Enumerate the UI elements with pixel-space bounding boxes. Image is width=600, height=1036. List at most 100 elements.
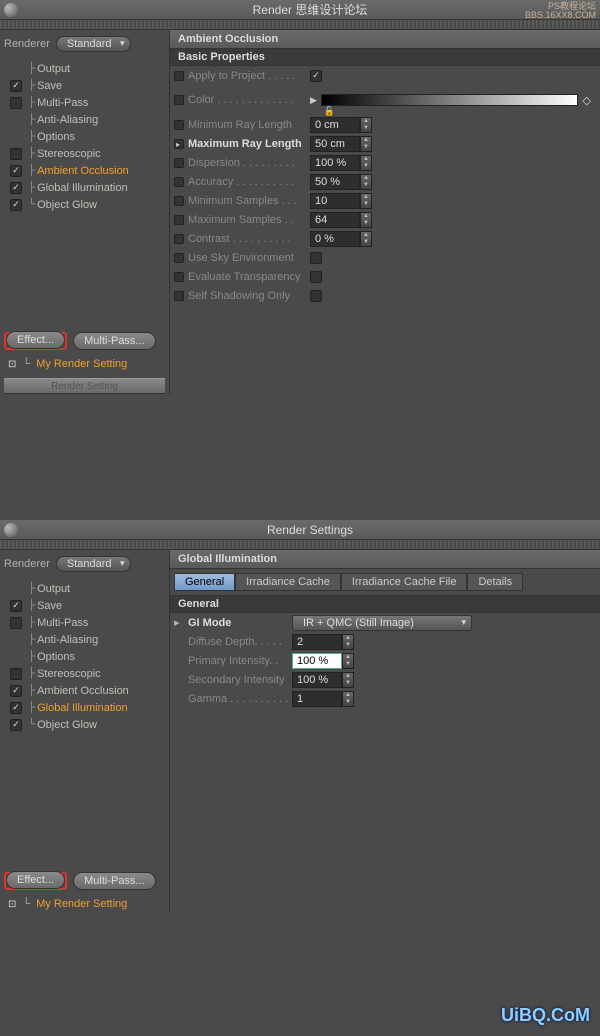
spinner[interactable]: ▲▼ [342,634,354,650]
enable-icon[interactable] [174,291,184,301]
tree-item-options[interactable]: ├Options [6,648,165,665]
sidebar: Renderer Standard ├Output ├Save ├Multi-P… [0,550,170,912]
spinner[interactable]: ▲▼ [360,117,372,133]
spinner[interactable]: ▲▼ [342,672,354,688]
tree-item-stereoscopic[interactable]: ├Stereoscopic [6,665,165,682]
checkbox[interactable] [310,252,322,264]
spinner[interactable]: ▲▼ [360,155,372,171]
secondary-intensity-input[interactable] [292,672,342,688]
render-settings-window-2: Render Settings Renderer Standard ├Outpu… [0,520,600,912]
min-samples-input[interactable] [310,193,360,209]
enable-icon[interactable] [174,71,184,81]
prop-primary-intensity: Primary Intensity. . ▲▼ [170,651,600,670]
prop-accuracy: Accuracy . . . . . . . . . . ▲▼ [170,172,600,191]
multipass-button[interactable]: Multi-Pass... [73,872,156,890]
checkbox-icon[interactable] [10,199,22,211]
renderer-dropdown[interactable]: Standard [56,36,131,52]
enable-icon[interactable] [174,177,184,187]
checkbox-icon[interactable] [10,617,22,629]
window-title: Render 思维设计论坛 [24,1,596,18]
prop-dispersion: Dispersion . . . . . . . . . ▲▼ [170,153,600,172]
spinner[interactable]: ▲▼ [360,174,372,190]
expand-icon[interactable]: ▶ [310,95,317,106]
enable-icon[interactable] [174,272,184,282]
primary-intensity-input[interactable] [292,653,342,669]
grip-bar[interactable] [0,540,600,550]
tree-item-ao[interactable]: ├Ambient Occlusion [6,162,165,179]
checkbox[interactable] [310,271,322,283]
tree-item-antialiasing[interactable]: ├Anti-Aliasing [6,111,165,128]
effect-button[interactable]: Effect... [6,871,65,889]
checkbox-icon[interactable] [10,148,22,160]
gi-mode-dropdown[interactable]: IR + QMC (Still Image) [292,615,472,631]
grip-bar[interactable] [0,20,600,30]
accuracy-input[interactable] [310,174,360,190]
tree-item-objectglow[interactable]: └Object Glow [6,196,165,213]
tree-item-save[interactable]: ├Save [6,597,165,614]
prop-min-samples: Minimum Samples . . . ▲▼ [170,191,600,210]
preset-name: My Render Setting [36,358,127,370]
tab-general[interactable]: General [174,573,235,591]
tree-item-ao[interactable]: ├Ambient Occlusion [6,682,165,699]
tab-irradiance-cache-file[interactable]: Irradiance Cache File [341,573,468,591]
enable-icon[interactable] [174,196,184,206]
app-icon [4,523,18,537]
prop-color: Color . . . . . . . . . . . . . ▶ 🔓 [170,85,600,115]
spinner[interactable]: ▲▼ [360,136,372,152]
renderer-dropdown[interactable]: Standard [56,556,131,572]
spinner[interactable]: ▲▼ [360,212,372,228]
tree-item-save[interactable]: ├Save [6,77,165,94]
dispersion-input[interactable] [310,155,360,171]
tree-item-antialiasing[interactable]: ├Anti-Aliasing [6,631,165,648]
prop-use-sky: Use Sky Environment [170,248,600,267]
checkbox-icon[interactable] [10,719,22,731]
spinner[interactable]: ▲▼ [342,653,354,669]
enable-icon[interactable] [174,95,184,105]
max-samples-input[interactable] [310,212,360,228]
checkbox-icon[interactable] [10,80,22,92]
enable-icon[interactable] [174,253,184,263]
tree-item-options[interactable]: ├Options [6,128,165,145]
checkbox-icon[interactable] [10,182,22,194]
checkbox-icon[interactable] [10,600,22,612]
gamma-input[interactable] [292,691,342,707]
preset-row[interactable]: ⊡ └ My Render Setting [4,896,165,912]
color-gradient[interactable]: 🔓 [321,94,578,106]
checkbox-icon[interactable] [10,668,22,680]
tree-item-objectglow[interactable]: └Object Glow [6,716,165,733]
max-ray-input[interactable] [310,136,360,152]
tree-item-multipass[interactable]: ├Multi-Pass [6,614,165,631]
tree-item-gi[interactable]: ├Global Illumination [6,699,165,716]
preset-row[interactable]: ⊡ └ My Render Setting [4,356,165,372]
divider-bar[interactable]: Render Setting [4,378,165,394]
contrast-input[interactable] [310,231,360,247]
checkbox-icon[interactable] [10,97,22,109]
enable-icon[interactable] [174,215,184,225]
enable-icon[interactable] [174,120,184,130]
enable-icon[interactable] [174,139,184,149]
expand-icon[interactable]: ▸ [174,616,184,629]
spinner[interactable]: ▲▼ [360,231,372,247]
tree-item-stereoscopic[interactable]: ├Stereoscopic [6,145,165,162]
titlebar[interactable]: Render 思维设计论坛 [0,0,600,20]
min-ray-input[interactable] [310,117,360,133]
multipass-button[interactable]: Multi-Pass... [73,332,156,350]
tab-details[interactable]: Details [467,573,523,591]
tree-item-output[interactable]: ├Output [6,60,165,77]
enable-icon[interactable] [174,158,184,168]
tree-item-multipass[interactable]: ├Multi-Pass [6,94,165,111]
checkbox[interactable] [310,290,322,302]
tab-irradiance-cache[interactable]: Irradiance Cache [235,573,341,591]
spinner[interactable]: ▲▼ [360,193,372,209]
checkbox-icon[interactable] [10,165,22,177]
titlebar[interactable]: Render Settings [0,520,600,540]
effect-button[interactable]: Effect... [6,331,65,349]
checkbox-icon[interactable] [10,702,22,714]
tree-item-output[interactable]: ├Output [6,580,165,597]
enable-icon[interactable] [174,234,184,244]
tree-item-gi[interactable]: ├Global Illumination [6,179,165,196]
diffuse-depth-input[interactable] [292,634,342,650]
spinner[interactable]: ▲▼ [342,691,354,707]
checkbox[interactable] [310,70,322,82]
checkbox-icon[interactable] [10,685,22,697]
